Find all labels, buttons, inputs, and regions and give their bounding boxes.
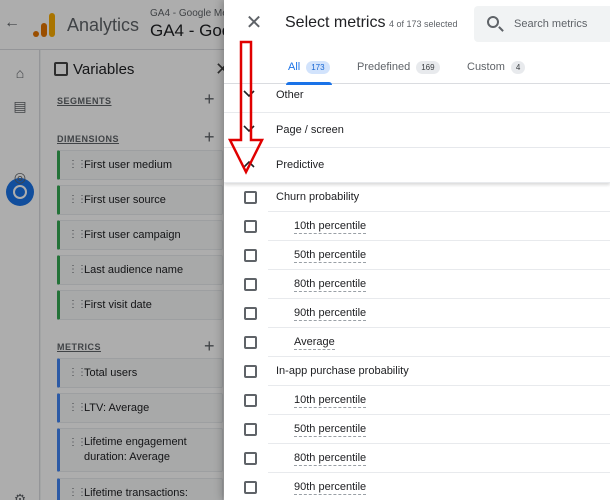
tab-count-badge: 173 — [306, 60, 330, 74]
metric-row[interactable]: 50th percentile — [224, 415, 610, 444]
metric-row[interactable]: In-app purchase probability — [224, 357, 610, 386]
metric-row[interactable]: Churn probability — [224, 183, 610, 212]
annotation-arrow-icon — [227, 40, 265, 175]
dialog-title: Select metrics — [285, 14, 386, 31]
metric-checkbox[interactable] — [244, 307, 257, 320]
metric-checkbox[interactable] — [244, 452, 257, 465]
search-input[interactable] — [514, 15, 609, 33]
metric-checkbox[interactable] — [244, 481, 257, 494]
metric-row[interactable]: 10th percentile — [224, 386, 610, 415]
metric-row[interactable]: 50th percentile — [224, 241, 610, 270]
group-row-page-screen[interactable]: Page / screen — [224, 113, 610, 148]
metric-checkbox[interactable] — [244, 191, 257, 204]
metric-row[interactable]: 90th percentile — [224, 299, 610, 328]
search-icon — [487, 16, 499, 28]
close-icon[interactable]: ✕ — [243, 12, 265, 34]
group-row-other[interactable]: Other — [224, 78, 610, 113]
metric-row[interactable]: 80th percentile — [224, 444, 610, 473]
metric-checkbox[interactable] — [244, 423, 257, 436]
metric-checkbox[interactable] — [244, 365, 257, 378]
metric-checkbox[interactable] — [244, 394, 257, 407]
metric-checkbox[interactable] — [244, 249, 257, 262]
metric-row[interactable]: 10th percentile — [224, 212, 610, 241]
metric-row[interactable]: 80th percentile — [224, 270, 610, 299]
metric-row[interactable]: Average — [224, 328, 610, 357]
selected-count: 4 of 173 selected — [389, 19, 458, 29]
metric-row[interactable]: 90th percentile — [224, 473, 610, 500]
group-row-predictive[interactable]: Predictive — [224, 148, 610, 183]
tab-count-badge: 169 — [416, 60, 440, 74]
metric-checkbox[interactable] — [244, 278, 257, 291]
metric-checkbox[interactable] — [244, 336, 257, 349]
tab-count-badge: 4 — [510, 60, 526, 74]
search-box[interactable] — [474, 6, 610, 42]
metric-checkbox[interactable] — [244, 220, 257, 233]
select-metrics-dialog: ✕ Select metrics 4 of 173 selected All17… — [224, 0, 610, 500]
